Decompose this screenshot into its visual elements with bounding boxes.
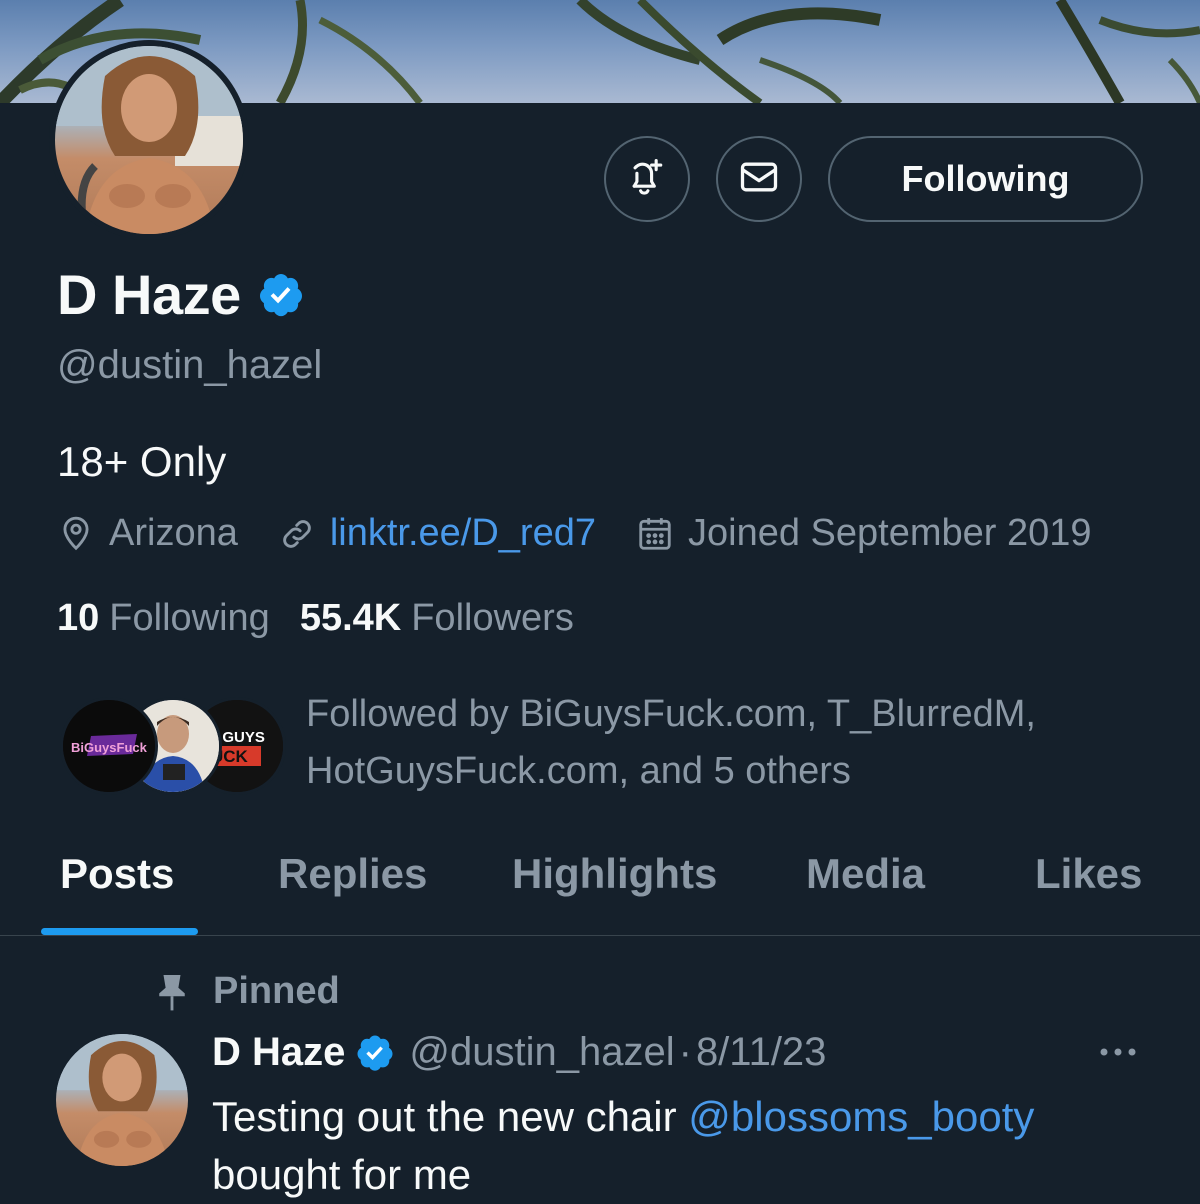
following-button[interactable]: Following [828, 136, 1143, 222]
post-author-handle[interactable]: @dustin_hazel [409, 1030, 674, 1075]
tab-highlights[interactable]: Highlights [512, 850, 717, 898]
profile-avatar[interactable] [49, 40, 249, 240]
active-tab-indicator [41, 928, 198, 935]
profile-bio: 18+ Only [57, 438, 227, 485]
notify-button[interactable] [604, 136, 690, 222]
following-stat[interactable]: 10 Following [57, 597, 270, 640]
joined-item: Joined September 2019 [636, 512, 1092, 555]
tab-likes[interactable]: Likes [1035, 850, 1142, 898]
profile-handle: @dustin_hazel [57, 343, 323, 387]
post-verified-badge-icon [357, 1035, 393, 1071]
post-author-avatar[interactable] [56, 1034, 188, 1166]
followed-by-avatars[interactable]: T GUYS UCK BiGuysFuck [60, 697, 286, 795]
post-separator: · [678, 1030, 692, 1074]
link-item[interactable]: linktr.ee/D_red7 [278, 512, 596, 555]
pin-icon [159, 974, 185, 1010]
calendar-icon [639, 517, 671, 550]
profile-avatar-image [55, 46, 243, 234]
profile-name-row: D Haze [57, 262, 305, 327]
post-text: Testing out the new chair @blossoms_boot… [212, 1088, 1172, 1204]
pinned-label: Pinned [213, 970, 340, 1012]
message-button[interactable] [716, 136, 802, 222]
more-options-icon[interactable] [1096, 1040, 1140, 1064]
profile-meta-row: Arizona linktr.ee/D_red7 Joined Septembe… [57, 512, 1132, 555]
profile-name: D Haze [57, 263, 241, 326]
post-text-before: Testing out the new chair [212, 1093, 689, 1140]
tab-replies[interactable]: Replies [278, 850, 427, 898]
bell-plus-icon [625, 155, 669, 204]
post-mention[interactable]: @blossoms_booty [688, 1093, 1034, 1140]
link-icon [283, 519, 311, 548]
following-count: 10 [57, 597, 100, 639]
verified-badge-icon[interactable] [257, 271, 305, 319]
post-author-name[interactable]: D Haze [212, 1030, 345, 1075]
followers-stat[interactable]: 55.4K Followers [300, 597, 574, 640]
post-header: D Haze @dustin_hazel · 8/11/23 [212, 1030, 826, 1075]
post-text-after: bought for me [212, 1151, 472, 1198]
followers-label: Followers [411, 597, 574, 639]
envelope-icon [737, 155, 781, 204]
biguys-logo-text: BiGuysFuck [71, 740, 148, 755]
followed-by-text[interactable]: Followed by BiGuysFuck.com, T_BlurredM, … [306, 686, 1086, 800]
tab-media[interactable]: Media [806, 850, 925, 898]
location-item: Arizona [57, 512, 238, 555]
location-pin-icon [63, 516, 89, 550]
followed-avatar-biguys: BiGuysFuck [60, 697, 158, 795]
tab-posts[interactable]: Posts [60, 850, 174, 898]
location-text: Arizona [109, 512, 238, 554]
post-date[interactable]: 8/11/23 [696, 1030, 827, 1075]
post-author-avatar-image [56, 1034, 188, 1166]
joined-text: Joined September 2019 [688, 512, 1092, 554]
profile-stats: 10 Following 55.4K Followers [57, 597, 604, 640]
following-label: Following [109, 597, 270, 639]
profile-link[interactable]: linktr.ee/D_red7 [330, 512, 596, 555]
profile-tabs: Posts Replies Highlights Media Likes [0, 830, 1200, 936]
pinned-label-row: Pinned [155, 970, 340, 1013]
followers-count: 55.4K [299, 597, 402, 639]
